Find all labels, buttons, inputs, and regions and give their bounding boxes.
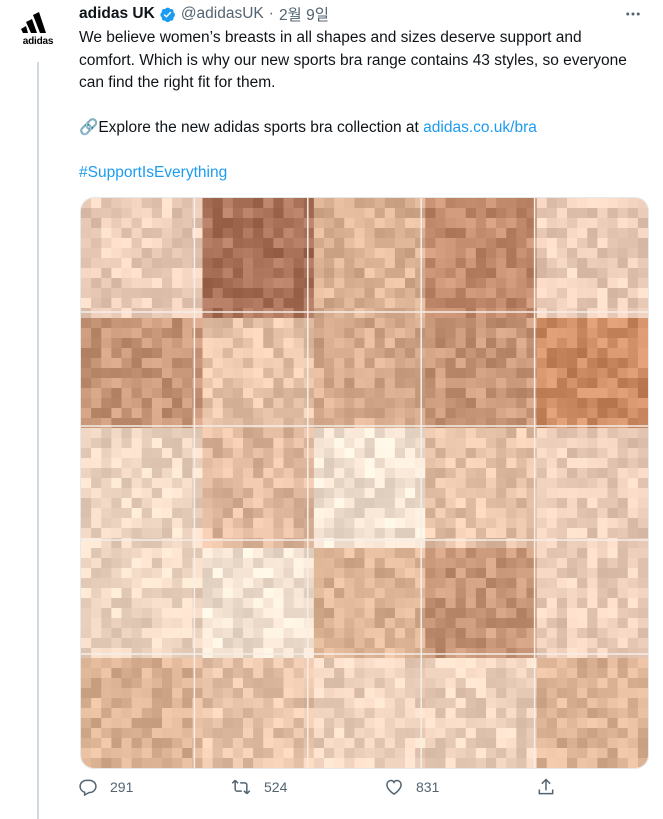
verified-badge-icon	[159, 6, 176, 23]
like-count: 831	[416, 779, 440, 795]
reply-count: 291	[110, 779, 134, 795]
separator-dot: ·	[268, 5, 274, 22]
share-button[interactable]	[536, 777, 556, 797]
hashtag-link[interactable]: #SupportIsEverything	[79, 164, 227, 181]
tweet-media-image[interactable]	[80, 197, 649, 769]
account-handle[interactable]: @adidasUK	[181, 5, 264, 23]
tweet-header: adidas UK @adidasUK · 2월 9일	[79, 2, 645, 26]
retweet-icon	[231, 779, 251, 795]
avatar[interactable]: adidas	[14, 12, 62, 60]
explore-text: Explore the new adidas sports bra collec…	[98, 119, 419, 136]
pixelated-photo-grid-icon	[81, 198, 648, 768]
explore-paragraph: 🔗Explore the new adidas sports bra colle…	[79, 117, 639, 140]
adidas-logo-wordmark: adidas	[22, 36, 54, 47]
tweet-actions: 291 524 831	[78, 777, 558, 807]
link-emoji-icon: 🔗	[79, 119, 99, 136]
tweet-paragraph: We believe women’s breasts in all shapes…	[79, 29, 627, 91]
retweet-count: 524	[264, 779, 288, 795]
account-name[interactable]: adidas UK	[79, 5, 155, 23]
reply-icon	[79, 779, 97, 797]
tweet-date[interactable]: 2월 9일	[279, 3, 329, 25]
like-button[interactable]: 831	[384, 777, 439, 797]
tweet-text: We believe women’s breasts in all shapes…	[79, 27, 639, 185]
explore-link[interactable]: adidas.co.uk/bra	[423, 119, 537, 136]
retweet-button[interactable]: 524	[230, 777, 287, 797]
more-options-icon[interactable]	[621, 2, 645, 26]
adidas-logo-icon	[21, 12, 46, 33]
heart-icon	[386, 779, 402, 795]
thread-connector-line	[37, 62, 39, 819]
share-icon	[538, 778, 554, 795]
reply-button[interactable]: 291	[78, 777, 133, 797]
